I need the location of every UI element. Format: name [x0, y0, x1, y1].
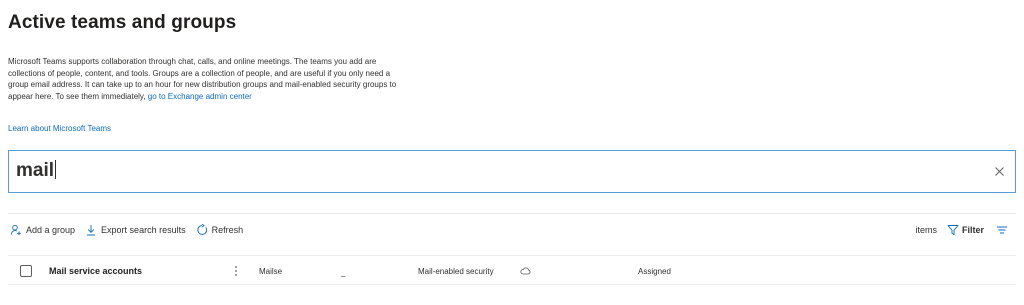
search-input[interactable]: mail: [16, 160, 57, 182]
toolbar-divider: [8, 213, 1016, 214]
view-options-icon: [997, 226, 1007, 234]
export-search-results-button[interactable]: Export search results: [85, 224, 186, 236]
more-options-button[interactable]: [232, 264, 240, 278]
list-divider: [8, 255, 1016, 256]
download-icon: [87, 225, 96, 236]
view-options-button[interactable]: [996, 224, 1008, 236]
page-description: Microsoft Teams supports collaboration t…: [8, 56, 412, 102]
filter-button[interactable]: Filter: [947, 224, 984, 236]
refresh-icon: [196, 224, 207, 235]
items-count-label: items: [915, 225, 937, 235]
row-divider: [8, 284, 1016, 285]
command-bar: Add a group Export search results Refres…: [10, 222, 253, 238]
search-value: mail: [16, 160, 55, 181]
group-type: Mail-enabled security: [418, 267, 494, 276]
export-label: Export search results: [101, 225, 186, 235]
table-row[interactable]: Mail service accounts Mailse _ Mail-enab…: [8, 262, 1016, 282]
row-checkbox[interactable]: [20, 265, 32, 277]
close-icon: [995, 167, 1004, 176]
list-tools: items Filter: [915, 222, 1008, 238]
add-group-button[interactable]: Add a group: [10, 224, 75, 236]
group-email: Mailse: [259, 267, 283, 276]
exchange-admin-link[interactable]: go to Exchange admin center: [148, 92, 252, 101]
refresh-label: Refresh: [211, 225, 244, 235]
filter-icon: [947, 225, 959, 236]
add-group-label: Add a group: [26, 225, 76, 235]
more-vertical-icon: [235, 266, 237, 276]
person-add-icon: [10, 224, 21, 236]
group-placeholder-dash: _: [341, 268, 346, 277]
learn-about-teams-link[interactable]: Learn about Microsoft Teams: [8, 124, 111, 133]
group-status: Assigned: [638, 267, 671, 276]
text-caret: [55, 160, 57, 179]
search-box[interactable]: mail: [8, 150, 1016, 193]
clear-search-button[interactable]: [993, 165, 1006, 178]
refresh-button[interactable]: Refresh: [196, 224, 244, 236]
cloud-icon: [520, 267, 531, 275]
page-title: Active teams and groups: [8, 12, 237, 33]
group-name[interactable]: Mail service accounts: [49, 266, 142, 276]
filter-label: Filter: [961, 225, 984, 235]
